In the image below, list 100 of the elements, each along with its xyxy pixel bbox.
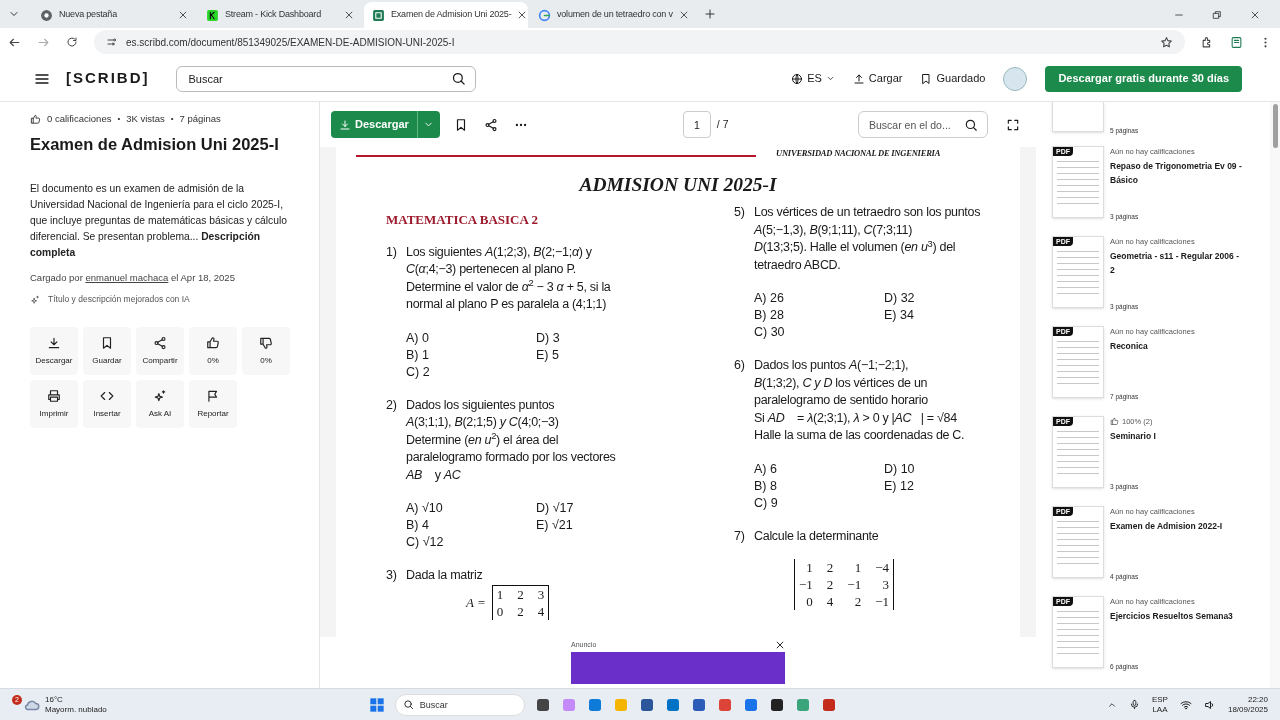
question-text: normal al plano P es paralela a (4;1;1) — [406, 296, 607, 314]
close-icon[interactable] — [178, 10, 188, 20]
ai-note: Título y descripción mejorados con IA — [48, 293, 190, 306]
address-bar[interactable]: es.scribd.com/document/851349025/EXAMEN-DE-ADMISION-UNI-2025-I — [94, 30, 1185, 54]
uploader-link[interactable]: enmanuel machaca — [85, 272, 169, 283]
close-icon[interactable] — [344, 10, 354, 20]
related-document-link[interactable]: Seminario I — [1110, 429, 1245, 444]
temperature: 16°C — [45, 694, 64, 705]
close-icon[interactable] — [1250, 10, 1260, 20]
ad-banner[interactable] — [571, 651, 785, 684]
related-document-link[interactable]: Geometria - s11 - Regular 2006 - 2 — [1110, 249, 1245, 278]
answer-option: A) 26 — [754, 290, 884, 308]
question-text: A(5;−1,3), B(9;1;11), C(7;3;11) — [754, 221, 914, 239]
app-icon[interactable] — [638, 696, 655, 713]
fullscreen-icon[interactable] — [1006, 117, 1020, 132]
upload-info: Cargado por enmanuel machaca el Apr 18, 2025 — [30, 271, 236, 285]
answer-option: E) 5 — [536, 346, 666, 364]
action-button[interactable]: Reportar — [189, 380, 237, 428]
wifi-icon[interactable] — [1179, 698, 1192, 711]
related-document-link[interactable]: Reconica — [1110, 339, 1245, 354]
search-icon — [402, 699, 414, 710]
taskbar-search-field[interactable]: Buscar — [394, 693, 525, 716]
related-document-link[interactable]: Ejercicios Resueltos Semana3 — [1110, 609, 1245, 624]
answer-option: A) 0 — [406, 329, 536, 347]
answer-option: D) 10 — [884, 460, 1014, 478]
speaker-icon[interactable] — [1203, 698, 1216, 711]
document-stat: 7 páginas — [179, 112, 221, 126]
document-description: El documento es un examen de admisión de la Universidad Nacional de Ingeniería para el ciclo 2025-I, que incluye preguntas de matemáticas básicas y cálculo diferencial. Se presentan problema... Descripción completa — [30, 182, 288, 260]
upload-button[interactable]: Cargar — [852, 70, 903, 87]
free-trial-button[interactable]: Descargar gratis durante 30 días — [1045, 65, 1242, 92]
clock-date[interactable]: 18/09/2025 — [1227, 704, 1268, 715]
browser-tab[interactable]: Stream - Kick Dashboard — [198, 2, 362, 28]
browser-tab[interactable]: Nueva pestaña — [32, 2, 196, 28]
start-icon[interactable] — [368, 696, 385, 713]
answer-option: C) 2 — [406, 363, 536, 381]
question-text: paralelogramo de sentido horario — [754, 392, 929, 410]
browser-tab[interactable]: Examen de Admision Uni 2025- — [364, 2, 528, 28]
thumbs-up-icon — [206, 335, 220, 350]
bookmark-icon — [100, 335, 114, 350]
question-text: Halle la suma de las coordenadas de C. — [754, 427, 965, 445]
close-icon[interactable] — [517, 10, 528, 20]
action-button[interactable]: Descargar — [30, 327, 78, 375]
institution-name: UNIVERSIDAD NACIONAL DE INGENIERIA — [776, 147, 941, 158]
matrix-entry: −1 — [875, 593, 890, 611]
app-icon[interactable] — [534, 696, 551, 713]
action-button[interactable]: Compartir — [136, 327, 184, 375]
bullet-separator: • — [170, 113, 174, 126]
site-logo[interactable]: [SCRIBD] — [66, 67, 150, 90]
action-button[interactable]: Guardar — [83, 327, 131, 375]
share-icon[interactable] — [483, 117, 498, 132]
related-document-link[interactable]: Repaso de Trigonometria Ev 09 - Básico — [1110, 159, 1245, 188]
browser-tab[interactable]: volumen de un tetraedro con v — [530, 2, 694, 28]
search-icon[interactable] — [450, 71, 466, 86]
flag-icon — [206, 388, 220, 403]
matrix-label: A = — [466, 593, 486, 612]
matrix-entry: 1 — [853, 559, 862, 577]
matrix-entry: 4 — [826, 593, 834, 611]
question-number: 7) — [734, 527, 746, 545]
matrix-entry: 1 — [496, 585, 504, 603]
matrix-entry: 2 — [517, 602, 524, 620]
exam-title: ADMISION UNI 2025-I — [577, 173, 778, 197]
document-thumbnail[interactable] — [1052, 102, 1104, 132]
document-stat: 3K vistas — [126, 112, 165, 126]
star-icon[interactable] — [1160, 35, 1173, 49]
app-logo-icon — [206, 8, 219, 22]
matrix-entry: 3 — [537, 585, 545, 603]
search-field[interactable]: Buscar — [175, 65, 476, 92]
document-search-field[interactable]: Buscar en el do... — [858, 111, 988, 138]
thumbs-down-icon — [259, 335, 273, 350]
microphone-icon[interactable] — [1128, 699, 1140, 710]
input-language[interactable]: ESP — [1151, 694, 1168, 705]
action-button[interactable]: 0% — [189, 327, 237, 375]
clock-time[interactable]: 22:20 — [1247, 694, 1268, 705]
close-icon[interactable] — [775, 640, 785, 651]
language-selector[interactable]: ES — [791, 70, 835, 87]
new-tab-icon[interactable] — [704, 8, 716, 20]
close-icon[interactable] — [678, 10, 689, 20]
question-number: 2) — [386, 396, 398, 414]
keyboard-layout[interactable]: LAA — [1152, 704, 1168, 715]
page-number-field[interactable]: 1 — [682, 111, 711, 138]
answer-option: E) √21 — [536, 517, 666, 535]
answer-option: E) 34 — [884, 307, 1014, 325]
saved-button[interactable]: Guardado — [920, 70, 986, 87]
app-icon[interactable] — [768, 696, 785, 713]
answer-option: B) 28 — [754, 307, 884, 325]
reload-icon[interactable] — [66, 36, 78, 48]
profile-icon[interactable] — [1230, 35, 1243, 49]
action-button[interactable]: Insertar — [83, 380, 131, 428]
restore-icon[interactable] — [1212, 10, 1222, 20]
action-button[interactable]: Ask AI — [136, 380, 184, 428]
upload-icon — [852, 72, 865, 85]
matrix-entry: 1 — [805, 559, 813, 577]
question-text: AB⃗ y AC⃗ — [406, 466, 471, 484]
question-text: Determine el valor de α$^{2}$ − 3 α + 5, si la — [406, 278, 611, 296]
action-button[interactable]: 0% — [242, 327, 290, 375]
matrix-entry: 4 — [537, 602, 545, 620]
bullet-separator: • — [117, 113, 121, 126]
related-document-link[interactable]: Examen de Admision 2022-I — [1110, 519, 1245, 534]
scrollbar-thumb[interactable] — [1272, 104, 1278, 148]
action-button[interactable]: Imprimir — [30, 380, 78, 428]
